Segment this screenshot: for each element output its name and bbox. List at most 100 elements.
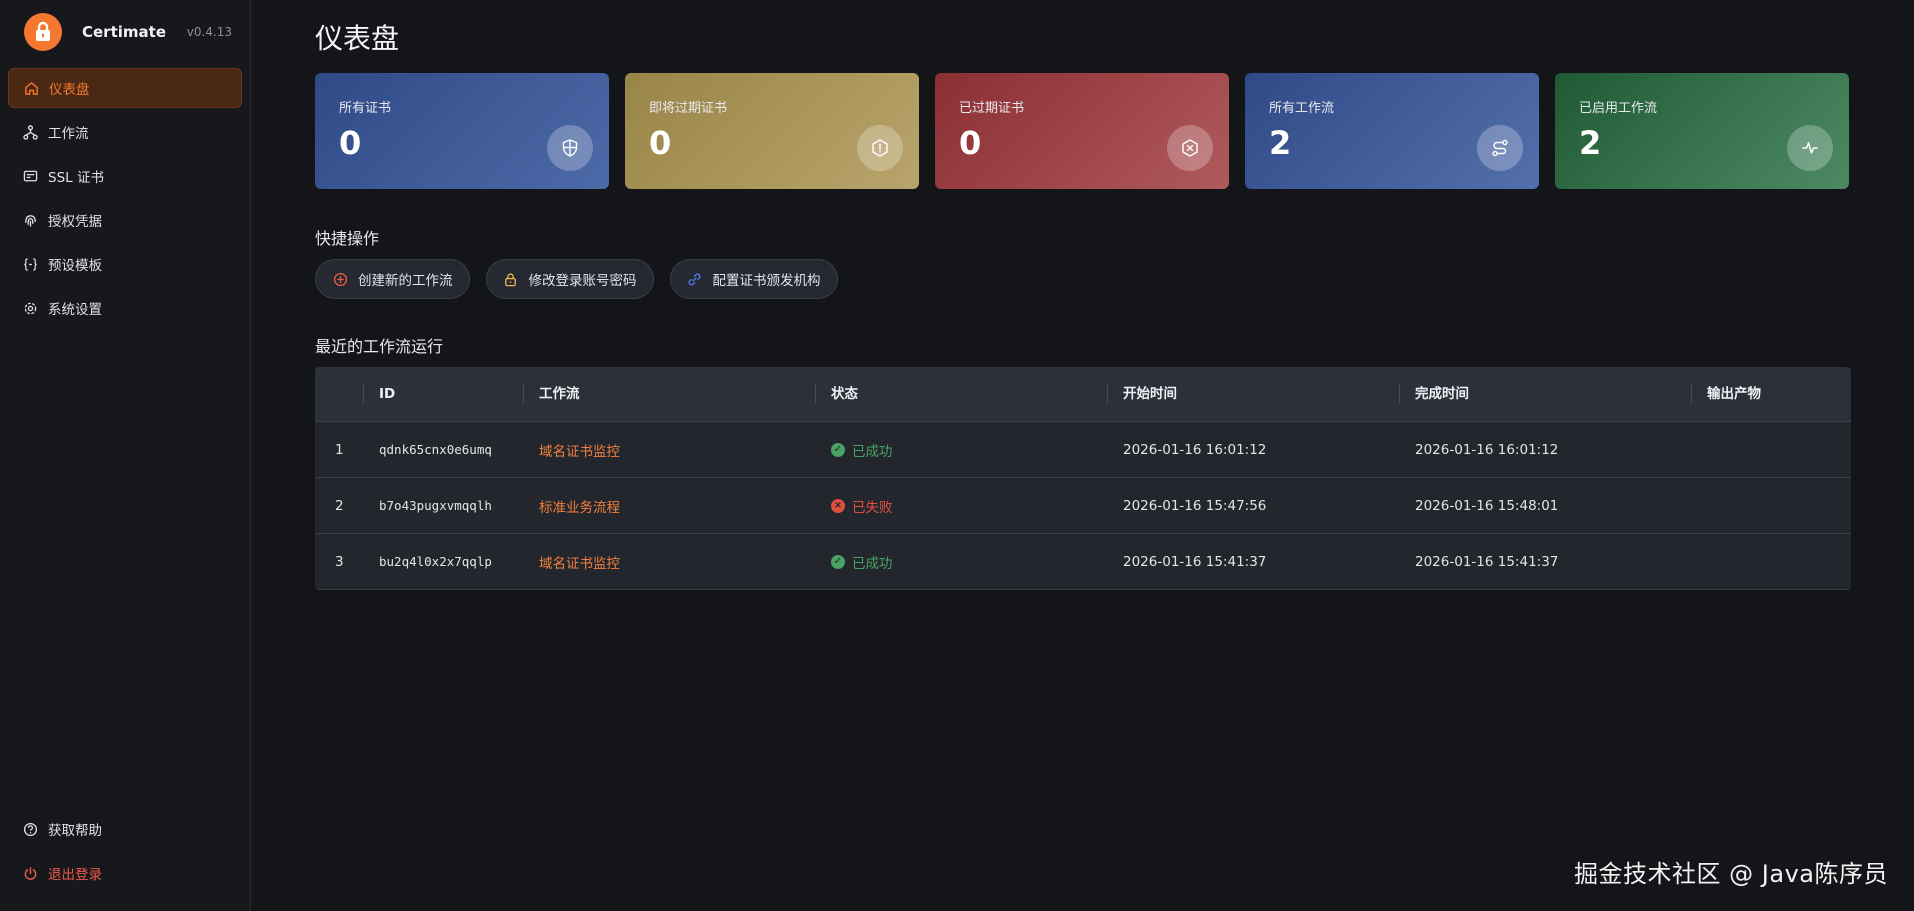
- lock-logo-icon: [24, 13, 62, 51]
- sidebar-item-ssl-certificates[interactable]: SSL 证书: [8, 156, 242, 196]
- run-id: bu2q4l0x2x7qqlp: [379, 554, 492, 569]
- check-circle-icon: ✓: [831, 554, 845, 569]
- configure-ca-label: 配置证书颁发机构: [712, 273, 821, 289]
- status-cell: ✓ 已成功: [815, 440, 1107, 460]
- stat-card-all-workflows[interactable]: 所有工作流 2: [1245, 73, 1539, 189]
- sidebar-item-label: 预设模板: [48, 258, 102, 274]
- quick-actions-title: 快捷操作: [315, 229, 380, 248]
- stat-card-enabled-workflows[interactable]: 已启用工作流 2: [1555, 73, 1849, 189]
- stat-label: 已过期证书: [959, 101, 1025, 116]
- workflow-link[interactable]: 域名证书监控: [523, 440, 815, 460]
- sidebar-item-credentials[interactable]: 授权凭据: [8, 200, 242, 240]
- x-hex-icon: [1167, 125, 1213, 171]
- sidebar-item-label: 工作流: [48, 126, 89, 142]
- start-time: 2026-01-16 15:47:56: [1123, 497, 1267, 514]
- status-badge: ✓ 已成功: [831, 440, 1107, 460]
- help-icon: [22, 821, 38, 837]
- sidebar-nav: 仪表盘 工作流 SSL 证书 授权凭据 预设模板 系统设置: [0, 64, 250, 336]
- stat-label: 已启用工作流: [1579, 101, 1658, 116]
- plus-circle-icon: [332, 271, 348, 287]
- status-label: 已失败: [852, 499, 893, 516]
- status-badge: ✓ 已成功: [831, 552, 1107, 572]
- sidebar-item-help[interactable]: 获取帮助: [8, 809, 242, 849]
- stat-card-expired-certificates[interactable]: 已过期证书 0: [935, 73, 1229, 189]
- table-header: ID 工作流 状态 开始时间 完成时间 输出产物: [315, 367, 1851, 422]
- power-icon: [22, 865, 38, 881]
- stat-label: 所有工作流: [1269, 101, 1335, 116]
- stat-label: 即将过期证书: [649, 101, 728, 116]
- activity-icon: [1787, 125, 1833, 171]
- brand-name: Certimate: [82, 23, 166, 41]
- sidebar: Certimate v0.4.13 仪表盘 工作流 SSL 证书 授权凭据 预设…: [0, 0, 251, 911]
- create-workflow-label: 创建新的工作流: [358, 273, 453, 289]
- end-time: 2026-01-16 15:41:37: [1415, 553, 1559, 570]
- run-id: qdnk65cnx0e6umq: [379, 442, 492, 457]
- check-circle-icon: ✓: [831, 442, 845, 457]
- sidebar-item-label: 退出登录: [48, 867, 102, 883]
- end-time: 2026-01-16 15:48:01: [1415, 497, 1559, 514]
- column-header-output: 输出产物: [1691, 382, 1851, 406]
- sidebar-item-settings[interactable]: 系统设置: [8, 288, 242, 328]
- start-time: 2026-01-16 15:41:37: [1123, 553, 1267, 570]
- braces-icon: [22, 256, 38, 272]
- sidebar-item-workflows[interactable]: 工作流: [8, 112, 242, 152]
- start-time: 2026-01-16 16:01:12: [1123, 441, 1267, 458]
- configure-ca-button[interactable]: 配置证书颁发机构: [669, 259, 838, 299]
- column-header-index: [315, 382, 363, 406]
- workflow-link[interactable]: 标准业务流程: [523, 496, 815, 516]
- column-header-start-time: 开始时间: [1107, 382, 1399, 406]
- sidebar-item-logout[interactable]: 退出登录: [8, 853, 242, 893]
- stat-card-expiring-certificates[interactable]: 即将过期证书 0: [625, 73, 919, 189]
- row-index: 3: [335, 553, 344, 570]
- workflow-link[interactable]: 域名证书监控: [523, 552, 815, 572]
- column-header-id: ID: [363, 382, 523, 406]
- status-cell: × 已失败: [815, 496, 1107, 516]
- brand: Certimate v0.4.13: [0, 0, 250, 64]
- status-label: 已成功: [852, 555, 893, 572]
- sidebar-item-templates[interactable]: 预设模板: [8, 244, 242, 284]
- recent-runs-title: 最近的工作流运行: [315, 337, 444, 356]
- stats-row: 所有证书 0 即将过期证书 0 已过期证书 0 所有工作流 2 已启用工作流 2: [315, 73, 1852, 189]
- sidebar-item-label: 仪表盘: [49, 82, 90, 98]
- warning-hex-icon: [857, 125, 903, 171]
- lock-icon: [503, 271, 519, 287]
- column-header-status: 状态: [815, 382, 1107, 406]
- certificate-icon: [22, 168, 38, 184]
- workflow-icon: [22, 124, 38, 140]
- watermark: 掘金技术社区 @ Java陈序员: [1574, 860, 1888, 888]
- change-password-label: 修改登录账号密码: [528, 273, 637, 289]
- brand-version: v0.4.13: [186, 25, 232, 39]
- fingerprint-icon: [22, 212, 38, 228]
- create-workflow-button[interactable]: 创建新的工作流: [315, 259, 470, 299]
- sidebar-item-label: SSL 证书: [48, 170, 104, 186]
- app-root: Certimate v0.4.13 仪表盘 工作流 SSL 证书 授权凭据 预设…: [0, 0, 1914, 911]
- end-time: 2026-01-16 16:01:12: [1415, 441, 1559, 458]
- shield-icon: [547, 125, 593, 171]
- table-row[interactable]: 1 qdnk65cnx0e6umq 域名证书监控 ✓ 已成功 2026-01-1…: [315, 422, 1851, 478]
- gear-icon: [22, 300, 38, 316]
- sidebar-item-label: 授权凭据: [48, 214, 102, 230]
- link-icon: [687, 271, 703, 287]
- sidebar-bottom: 获取帮助 退出登录: [8, 809, 242, 897]
- stat-label: 所有证书: [339, 101, 392, 116]
- sidebar-item-label: 获取帮助: [48, 823, 102, 839]
- recent-runs-table: ID 工作流 状态 开始时间 完成时间 输出产物 1 qdnk65cnx0e6u…: [315, 367, 1851, 590]
- sidebar-item-dashboard[interactable]: 仪表盘: [8, 68, 242, 108]
- x-circle-icon: ×: [831, 498, 845, 513]
- stat-card-all-certificates[interactable]: 所有证书 0: [315, 73, 609, 189]
- table-row[interactable]: 3 bu2q4l0x2x7qqlp 域名证书监控 ✓ 已成功 2026-01-1…: [315, 534, 1851, 590]
- table-row[interactable]: 2 b7o43pugxvmqqlh 标准业务流程 × 已失败 2026-01-1…: [315, 478, 1851, 534]
- route-icon: [1477, 125, 1523, 171]
- status-cell: ✓ 已成功: [815, 552, 1107, 572]
- home-icon: [23, 80, 39, 96]
- status-label: 已成功: [852, 443, 893, 460]
- sidebar-item-label: 系统设置: [48, 302, 102, 318]
- change-password-button[interactable]: 修改登录账号密码: [485, 259, 654, 299]
- column-header-end-time: 完成时间: [1399, 382, 1691, 406]
- page-title: 仪表盘: [315, 22, 400, 55]
- quick-actions: 创建新的工作流 修改登录账号密码 配置证书颁发机构: [315, 259, 1852, 299]
- column-header-workflow: 工作流: [523, 382, 815, 406]
- row-index: 2: [335, 497, 344, 514]
- run-id: b7o43pugxvmqqlh: [379, 498, 492, 513]
- main-content: 仪表盘 所有证书 0 即将过期证书 0 已过期证书 0 所有工作流 2 已启用工…: [251, 0, 1914, 911]
